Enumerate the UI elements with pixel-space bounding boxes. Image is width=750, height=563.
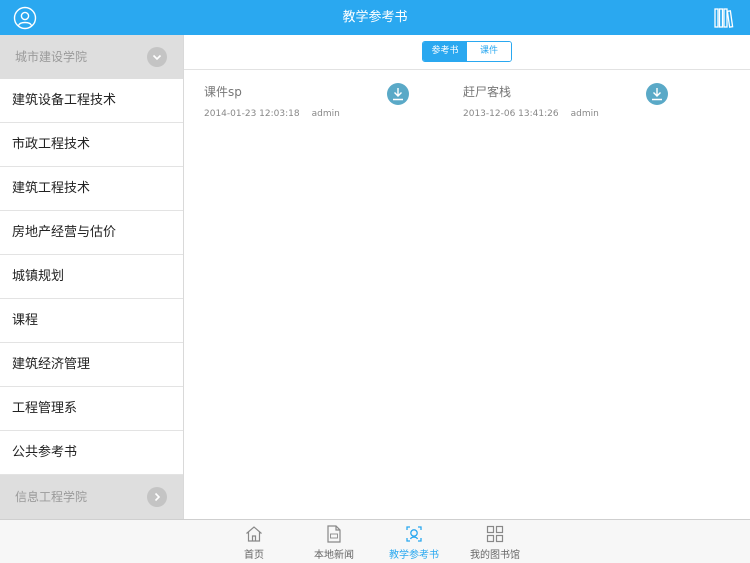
chevron-right-icon[interactable] (147, 487, 167, 507)
download-icon[interactable] (387, 83, 409, 105)
tab-reference-books[interactable]: 教学参考书 (374, 520, 454, 563)
sidebar-item-municipal-engineering[interactable]: 市政工程技术 (0, 123, 183, 167)
book-title: 赶尸客栈 (463, 85, 512, 99)
news-icon (325, 525, 343, 543)
book-meta: 2014-01-23 12:03:18 admin (204, 109, 340, 119)
content-type-segmented-control: 参考书 课件 (422, 41, 512, 62)
sidebar-item-building-equipment[interactable]: 建筑设备工程技术 (0, 79, 183, 123)
group-header-information-engineering[interactable]: 信息工程学院 (0, 475, 183, 519)
tab-label: 本地新闻 (314, 550, 354, 561)
tab-label: 首页 (244, 550, 264, 561)
book-author: admin (570, 109, 599, 119)
group-label: 城市建设学院 (15, 50, 88, 64)
bookshelf-icon[interactable] (714, 7, 734, 29)
download-icon[interactable] (646, 83, 668, 105)
sidebar-item-town-planning[interactable]: 城镇规划 (0, 255, 183, 299)
grid-library-icon (486, 525, 504, 543)
sidebar-item-real-estate[interactable]: 房地产经营与估价 (0, 211, 183, 255)
sidebar-item-building-engineering[interactable]: 建筑工程技术 (0, 167, 183, 211)
sidebar-item-courses[interactable]: 课程 (0, 299, 183, 343)
book-date: 2014-01-23 12:03:18 (204, 109, 300, 119)
chevron-down-icon[interactable] (147, 47, 167, 67)
tab-label: 教学参考书 (389, 550, 439, 561)
home-icon (245, 525, 263, 543)
category-list: 建筑设备工程技术 市政工程技术 建筑工程技术 房地产经营与估价 城镇规划 课程 … (0, 79, 183, 475)
sidebar-item-public-reference[interactable]: 公共参考书 (0, 431, 183, 475)
book-item[interactable]: 赶尸客栈 2013-12-06 13:41:26 admin (463, 75, 678, 125)
bottom-tab-bar: 首页 本地新闻 教学参考书 我的图书馆 (0, 519, 750, 563)
tab-label: 我的图书馆 (470, 550, 520, 561)
main-content: 参考书 课件 课件sp 2014-01-23 12:03:18 admin 赶尸客… (184, 35, 750, 519)
book-meta: 2013-12-06 13:41:26 admin (463, 109, 599, 119)
tab-home[interactable]: 首页 (214, 520, 294, 563)
book-item[interactable]: 课件sp 2014-01-23 12:03:18 admin (204, 75, 419, 125)
tab-local-news[interactable]: 本地新闻 (294, 520, 374, 563)
page-title: 教学参考书 (342, 10, 408, 25)
sidebar-item-construction-economics[interactable]: 建筑经济管理 (0, 343, 183, 387)
tab-my-library[interactable]: 我的图书馆 (455, 520, 535, 563)
book-title: 课件sp (204, 85, 242, 99)
sidebar-item-engineering-management[interactable]: 工程管理系 (0, 387, 183, 431)
category-sidebar: 城市建设学院 建筑设备工程技术 市政工程技术 建筑工程技术 房地产经营与估价 城… (0, 35, 184, 519)
divider (184, 69, 750, 70)
book-author: admin (311, 109, 340, 119)
reference-book-icon (405, 525, 423, 543)
segment-reference-books[interactable]: 参考书 (423, 42, 467, 61)
segment-courseware[interactable]: 课件 (467, 42, 511, 61)
top-bar: 教学参考书 (0, 0, 750, 35)
book-date: 2013-12-06 13:41:26 (463, 109, 559, 119)
group-header-city-construction[interactable]: 城市建设学院 (0, 35, 183, 79)
group-label: 信息工程学院 (15, 490, 88, 504)
